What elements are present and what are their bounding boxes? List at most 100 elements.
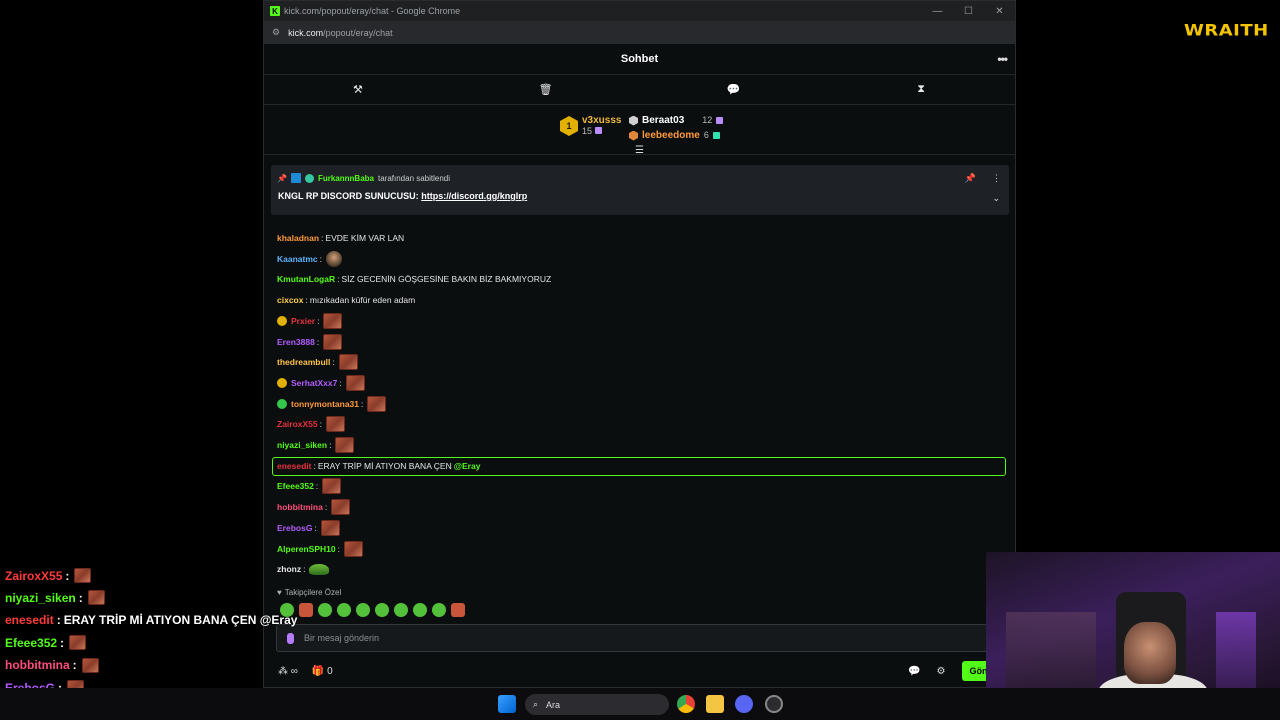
leaderboard-first-name: v3xusss [582, 115, 622, 126]
chat-message-list: khaladnan: EVDE KİM VAR LAN Kaanatmc: Kmut… [264, 209, 1015, 585]
leaderboard-second-name: Beraat03 [642, 115, 685, 126]
chat-username[interactable]: Prxier [291, 316, 315, 326]
chat-colon: : [321, 233, 324, 243]
windows-start-icon[interactable] [498, 695, 516, 713]
message-input[interactable]: Bir mesaj gönderin e [276, 624, 1004, 652]
chat-message: enesedit: ERAY TRİP Mİ ATIYON BANA ÇEN @… [277, 456, 480, 476]
chat-username[interactable]: Efeee352 [277, 481, 314, 491]
chat-username[interactable]: niyazi_siken [277, 440, 327, 450]
trash-icon[interactable]: 🗑 [454, 83, 638, 96]
pin-controls: 📌 ⋮ [965, 173, 1001, 184]
emote-image [345, 374, 365, 391]
chat-colon: : [339, 377, 342, 388]
chevron-down-icon[interactable]: ⌄ [992, 193, 1000, 204]
discord-icon[interactable] [735, 695, 753, 713]
pinned-message: 📌 FurkannnBaba tarafından sabitlendi KNG… [271, 165, 1009, 215]
chat-message: tonnymontana31: [277, 394, 387, 414]
chat-username[interactable]: ErebosG [277, 523, 312, 533]
chat-colon: : [303, 564, 306, 575]
hourglass-icon[interactable]: ⧗ [829, 83, 1013, 96]
gold-medal-icon: 1 [560, 116, 578, 136]
gift-icon [712, 132, 720, 139]
emote-image [326, 416, 346, 433]
window-controls: — ☐ ✕ [922, 6, 1015, 17]
emote-image [323, 312, 343, 329]
emote-button[interactable] [375, 603, 389, 617]
chat-username[interactable]: zhonz [277, 564, 301, 574]
chat-username[interactable]: enesedit [277, 461, 312, 471]
chat-message: hobbitmina: [277, 497, 351, 517]
address-bar[interactable]: ⚙ kick.com/popout/eray/chat [264, 21, 1015, 44]
emote-button[interactable] [432, 603, 446, 617]
channel-points[interactable]: ⁂ ∞ [278, 666, 298, 677]
emote-button[interactable] [394, 603, 408, 617]
more-options-icon[interactable]: ••• [997, 52, 1008, 66]
file-explorer-icon[interactable] [706, 695, 724, 713]
pin-menu-icon[interactable]: ⋮ [992, 173, 1001, 184]
url-domain: kick.com [288, 27, 324, 38]
chat-username[interactable]: Eren3888 [277, 337, 315, 347]
emote-image [338, 354, 358, 371]
emote-image [322, 478, 342, 495]
overlay-message: enesedit : ERAY TRİP Mİ ATIYON BANA ÇEN … [5, 613, 297, 627]
overlay-username: ZairoxX55 [5, 568, 63, 583]
overlay-username: enesedit [5, 612, 54, 627]
chat-message: KmutanLogaR: SİZ GECENİN GÖŞGESİNE BAKIN… [277, 269, 551, 289]
leaderboard-first[interactable]: 1 v3xusss 15 [560, 115, 621, 137]
chat-username[interactable]: SerhatXxx7 [291, 378, 337, 388]
emote-button[interactable] [356, 603, 370, 617]
silver-medal-icon [629, 115, 638, 126]
emote-button[interactable] [451, 603, 465, 617]
emote-button[interactable] [337, 603, 351, 617]
emote-button[interactable] [299, 603, 313, 617]
chrome-icon[interactable] [677, 695, 695, 713]
pinner-name[interactable]: FurkannnBaba [318, 174, 374, 183]
leaderboard-third-count: 6 [703, 130, 709, 140]
chat-username[interactable]: tonnymontana31 [291, 399, 359, 409]
chat-username[interactable]: thedreambull [277, 357, 330, 367]
emote-image [331, 499, 351, 516]
overlay-username: hobbitmina [5, 658, 70, 673]
chat-message: ErebosG: [277, 518, 340, 538]
chat-colon: : [313, 460, 316, 471]
chat-username[interactable]: ZairoxX55 [277, 419, 318, 429]
leaderboard-second[interactable]: Beraat03 12 [629, 113, 724, 128]
gift-leaderboard: 1 v3xusss 15 Beraat03 12 leebeedome 6 ☰ [264, 105, 1015, 156]
desktop: WRAITH K kick.com/popout/eray/chat - Goo… [0, 0, 1280, 720]
emote-button[interactable] [318, 603, 332, 617]
gear-icon[interactable]: ⚙ [937, 666, 946, 677]
chat-username[interactable]: hobbitmina [277, 502, 323, 512]
emote-button[interactable] [413, 603, 427, 617]
app-icon[interactable] [765, 695, 783, 713]
filter-icon[interactable]: ☰ [635, 145, 644, 156]
mention-tag[interactable]: @Eray [454, 461, 481, 471]
chat-message: zhonz: [277, 559, 330, 579]
chat-bubble-icon[interactable]: 💬 [641, 83, 825, 96]
chat-username[interactable]: AlperenSPH10 [277, 544, 336, 554]
chat-message: thedreambull: [277, 352, 358, 372]
chat-username[interactable]: KmutanLogaR [277, 274, 335, 284]
close-button[interactable]: ✕ [984, 6, 1015, 17]
overlay-username: niyazi_siken [5, 590, 76, 605]
chat-text: ERAY TRİP Mİ ATIYON BANA ÇEN [317, 460, 452, 471]
hammer-icon[interactable]: ⚒ [266, 83, 450, 96]
chat-settings-bubble-icon[interactable]: 💬 [908, 666, 920, 677]
leaderboard-third[interactable]: leebeedome 6 [629, 128, 723, 143]
overlay-username: Efeee352 [5, 635, 58, 650]
chat-username[interactable]: khaladnan [277, 233, 319, 243]
site-settings-icon[interactable]: ⚙ [272, 27, 280, 38]
kick-logo-icon: K [270, 6, 280, 16]
chat-username[interactable]: Kaanatmc [277, 254, 318, 264]
pinned-text: KNGL RP DISCORD SUNUCUSU: https://discor… [278, 191, 527, 201]
chrome-popup-window: K kick.com/popout/eray/chat - Google Chr… [263, 0, 1016, 688]
maximize-button[interactable]: ☐ [953, 6, 984, 17]
microphone-icon[interactable] [287, 632, 294, 644]
unpin-icon[interactable]: 📌 [965, 173, 976, 184]
minimize-button[interactable]: — [922, 6, 953, 17]
chat-colon: : [361, 398, 364, 409]
gift-counter[interactable]: 🎁 0 [312, 666, 333, 677]
chat-username[interactable]: cixcox [277, 295, 303, 305]
taskbar-search[interactable]: ⌕ Ara [525, 694, 669, 715]
discord-link[interactable]: https://discord.gg/knglrp [421, 191, 527, 201]
mod-badge-icon [290, 173, 301, 183]
